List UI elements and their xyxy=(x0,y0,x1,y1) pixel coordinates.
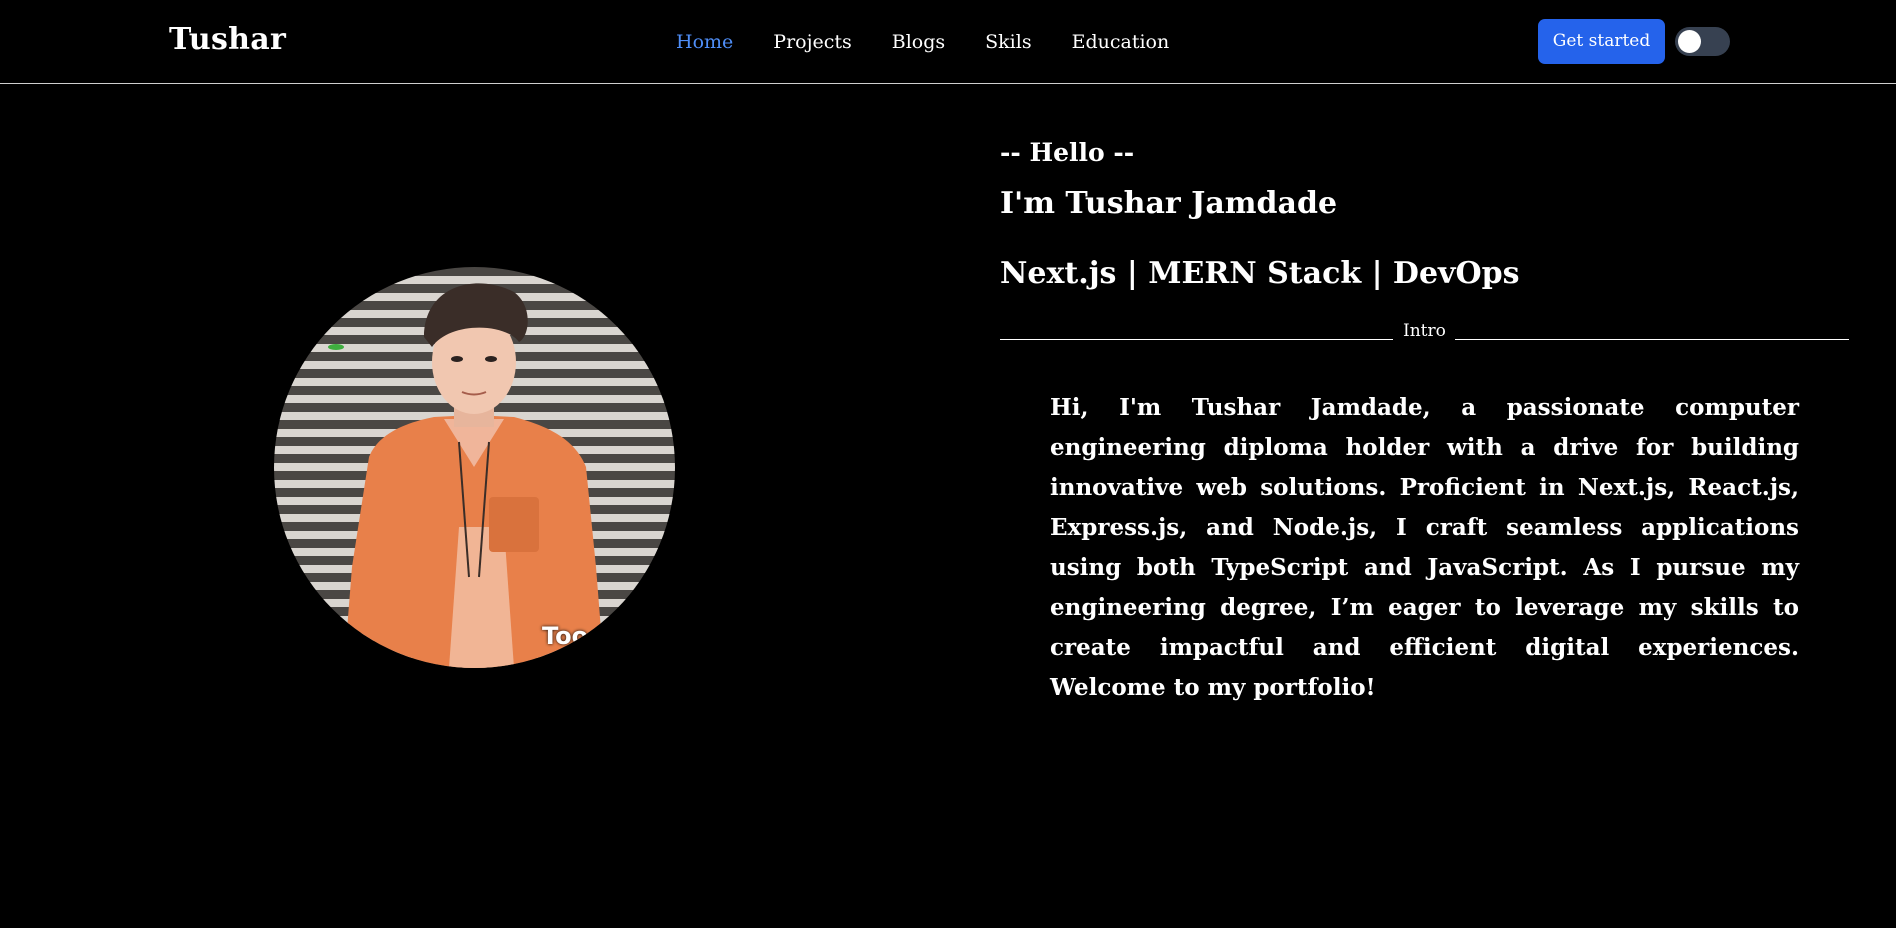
nav-link-blogs[interactable]: Blogs xyxy=(892,31,945,53)
toggle-knob xyxy=(1678,30,1701,53)
navbar: Tushar Home Projects Blogs Skils Educati… xyxy=(0,0,1896,84)
avatar-caption: Too xyxy=(542,622,589,650)
profile-photo: Too xyxy=(274,267,675,668)
nav-link-skils[interactable]: Skils xyxy=(985,31,1031,53)
hello-heading: -- Hello -- xyxy=(1000,138,1135,167)
nav-link-education[interactable]: Education xyxy=(1072,31,1170,53)
tagline-heading: Next.js | MERN Stack | DevOps xyxy=(1000,256,1520,291)
nav-link-home[interactable]: Home xyxy=(676,31,733,53)
nav-links: Home Projects Blogs Skils Education xyxy=(676,31,1169,53)
brand-logo[interactable]: Tushar xyxy=(169,22,286,57)
person-illustration xyxy=(328,283,604,668)
intro-divider: Intro xyxy=(1000,320,1849,344)
intro-label: Intro xyxy=(1403,321,1446,341)
divider-line-left xyxy=(1000,339,1393,340)
bio-paragraph: Hi, I'm Tushar Jamdade, a passionate com… xyxy=(1050,394,1799,701)
theme-toggle[interactable] xyxy=(1675,27,1730,56)
name-heading: I'm Tushar Jamdade xyxy=(1000,186,1338,221)
divider-line-right xyxy=(1455,339,1849,340)
nav-link-projects[interactable]: Projects xyxy=(773,31,851,53)
get-started-button[interactable]: Get started xyxy=(1538,19,1665,64)
